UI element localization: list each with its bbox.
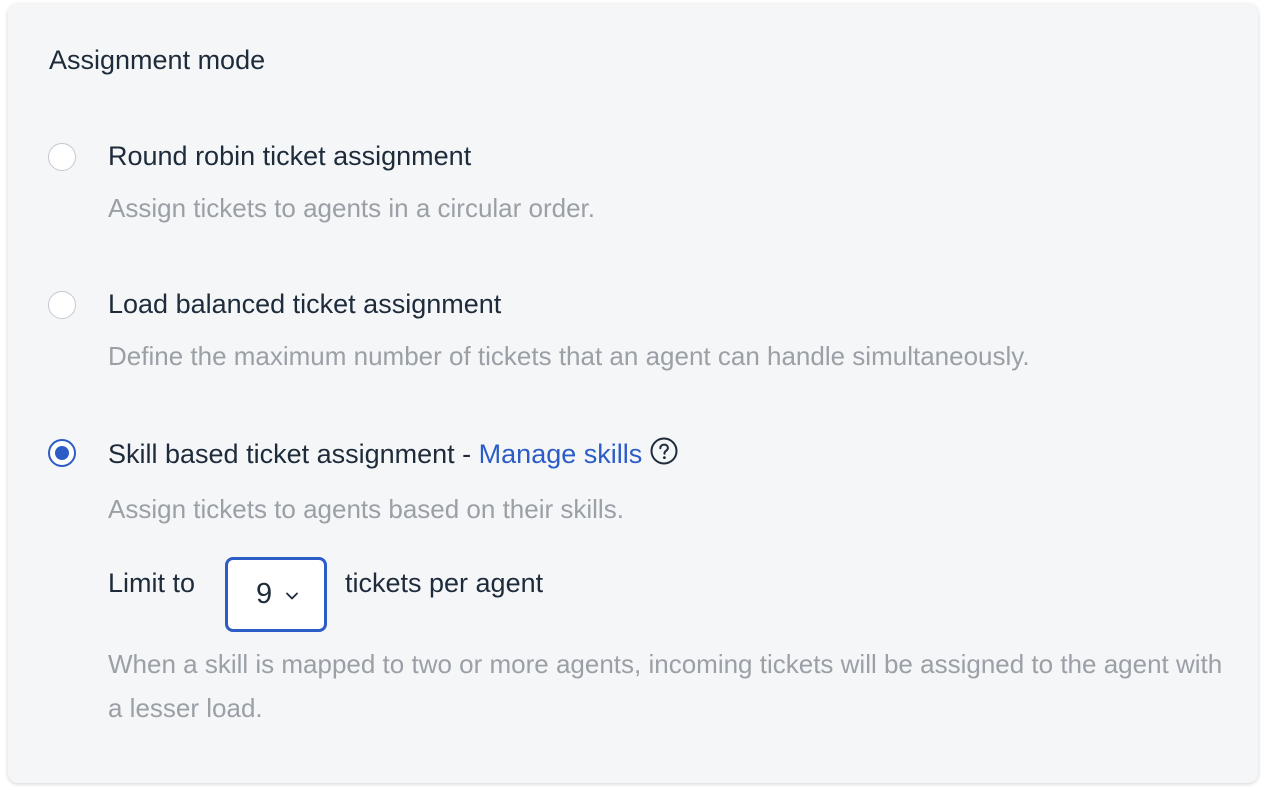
tickets-limit-value: 9: [256, 578, 273, 610]
assignment-mode-card: Assignment mode Round robin ticket assig…: [8, 4, 1258, 783]
section-title: Assignment mode: [49, 45, 266, 75]
question-circle-icon[interactable]: [650, 437, 678, 465]
option-description: Assign tickets to agents in a circular o…: [108, 193, 596, 223]
option-description: Define the maximum number of tickets tha…: [108, 341, 1030, 371]
option-description: Assign tickets to agents based on their …: [108, 494, 624, 524]
manage-skills-link[interactable]: Manage skills: [479, 439, 643, 469]
limit-suffix: tickets per agent: [345, 568, 544, 598]
chevron-down-icon: [284, 588, 300, 600]
option-label[interactable]: Skill based ticket assignment -: [108, 439, 479, 469]
option-label[interactable]: Load balanced ticket assignment: [108, 288, 501, 320]
limit-prefix: Limit to: [108, 568, 196, 598]
tickets-limit-select[interactable]: 9: [225, 557, 327, 632]
limit-note: When a skill is mapped to two or more ag…: [108, 649, 1223, 723]
option-label-row: Skill based ticket assignment - Manage s…: [108, 437, 678, 470]
radio-round-robin[interactable]: [48, 143, 76, 171]
option-label[interactable]: Round robin ticket assignment: [108, 140, 471, 172]
radio-load-balanced[interactable]: [48, 291, 76, 319]
radio-skill-based[interactable]: [48, 439, 76, 467]
